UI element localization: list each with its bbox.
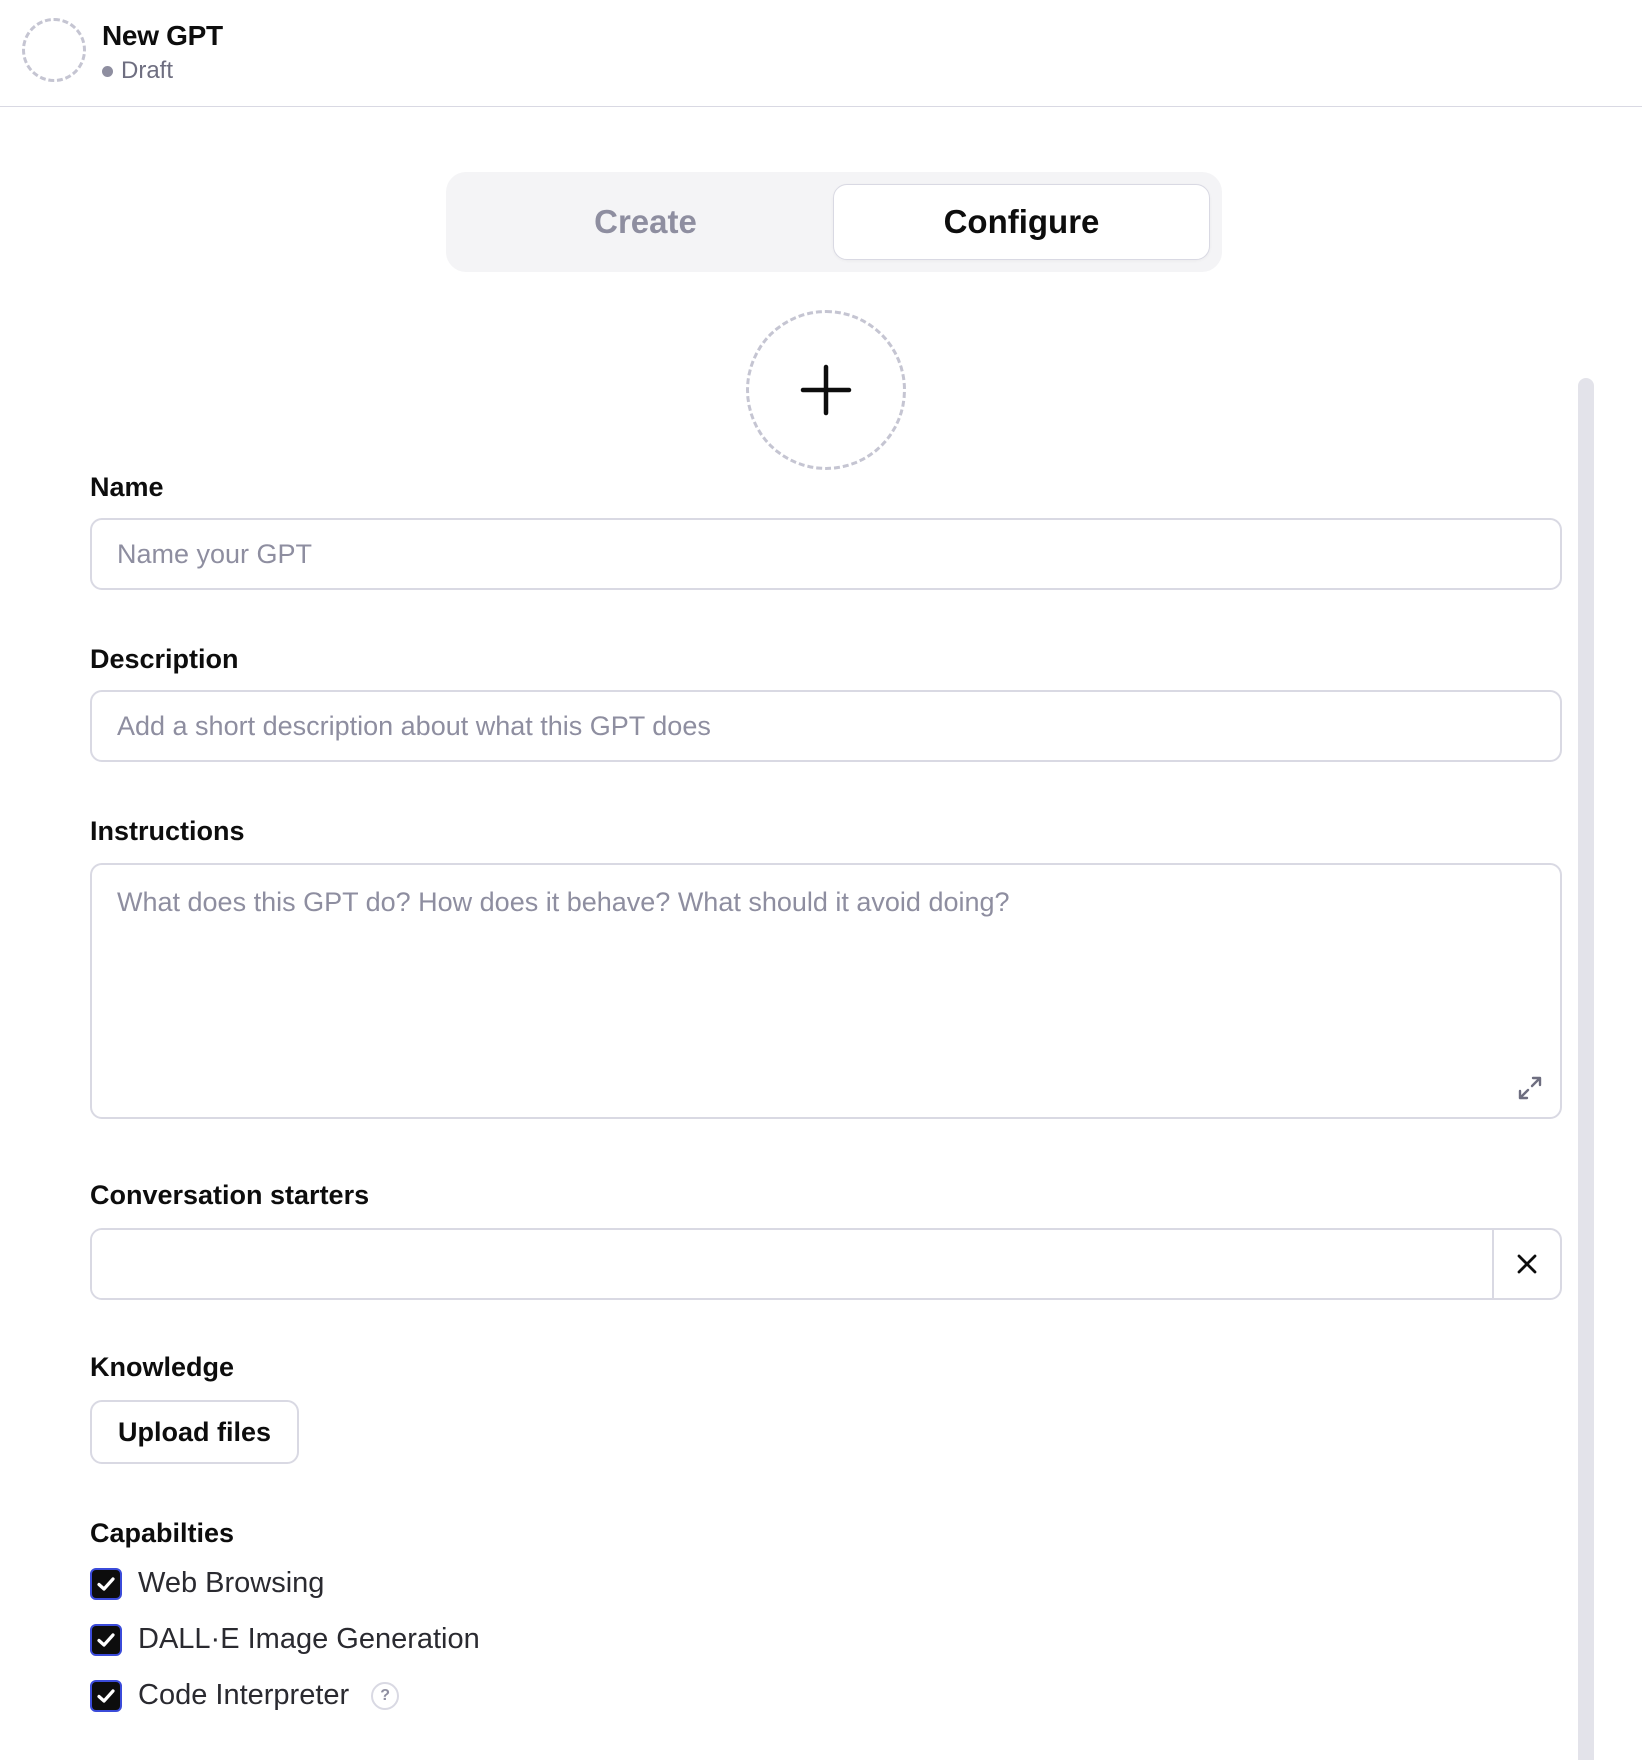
status-label: Draft (121, 57, 174, 84)
close-icon (1517, 1254, 1537, 1274)
checkmark-icon (97, 1576, 115, 1591)
code-interpreter-checkbox[interactable] (90, 1679, 122, 1712)
upload-files-button[interactable]: Upload files (90, 1400, 300, 1464)
capability-dalle: DALL·E Image Generation (90, 1623, 480, 1656)
mode-tabs: Create Configure (446, 172, 1222, 272)
add-image-button[interactable] (746, 310, 906, 470)
conversation-starter-input[interactable] (92, 1230, 1492, 1298)
gpt-avatar-placeholder (22, 18, 86, 82)
conversation-starters-label: Conversation starters (90, 1180, 370, 1210)
dalle-label: DALL·E Image Generation (138, 1623, 480, 1655)
expand-icon[interactable] (1516, 1074, 1544, 1102)
gpt-title: New GPT (102, 20, 223, 51)
checkmark-icon (97, 1632, 115, 1647)
capability-code-interpreter: Code Interpreter ? (90, 1679, 400, 1712)
capability-web-browsing: Web Browsing (90, 1567, 324, 1600)
code-interpreter-label: Code Interpreter (138, 1679, 350, 1711)
instructions-label: Instructions (90, 816, 245, 846)
top-bar: New GPT Draft (0, 0, 1642, 107)
web-browsing-label: Web Browsing (138, 1567, 325, 1599)
description-input[interactable] (90, 690, 1562, 762)
instructions-textarea[interactable] (90, 863, 1562, 1119)
conversation-starter-row (90, 1228, 1562, 1300)
web-browsing-checkbox[interactable] (90, 1567, 122, 1600)
name-label: Name (90, 472, 164, 502)
tab-create[interactable]: Create (458, 184, 833, 260)
remove-starter-button[interactable] (1492, 1230, 1560, 1298)
description-label: Description (90, 644, 239, 674)
knowledge-label: Knowledge (90, 1352, 235, 1382)
help-icon[interactable]: ? (371, 1681, 400, 1710)
capabilities-label: Capabilties (90, 1518, 235, 1548)
tab-configure[interactable]: Configure (833, 184, 1210, 260)
name-input[interactable] (90, 518, 1562, 590)
checkmark-icon (97, 1688, 115, 1703)
scrollbar[interactable] (1578, 378, 1594, 1760)
draft-status: Draft (102, 57, 173, 85)
dalle-checkbox[interactable] (90, 1623, 122, 1656)
status-dot-icon (102, 65, 113, 77)
plus-icon (800, 364, 852, 416)
